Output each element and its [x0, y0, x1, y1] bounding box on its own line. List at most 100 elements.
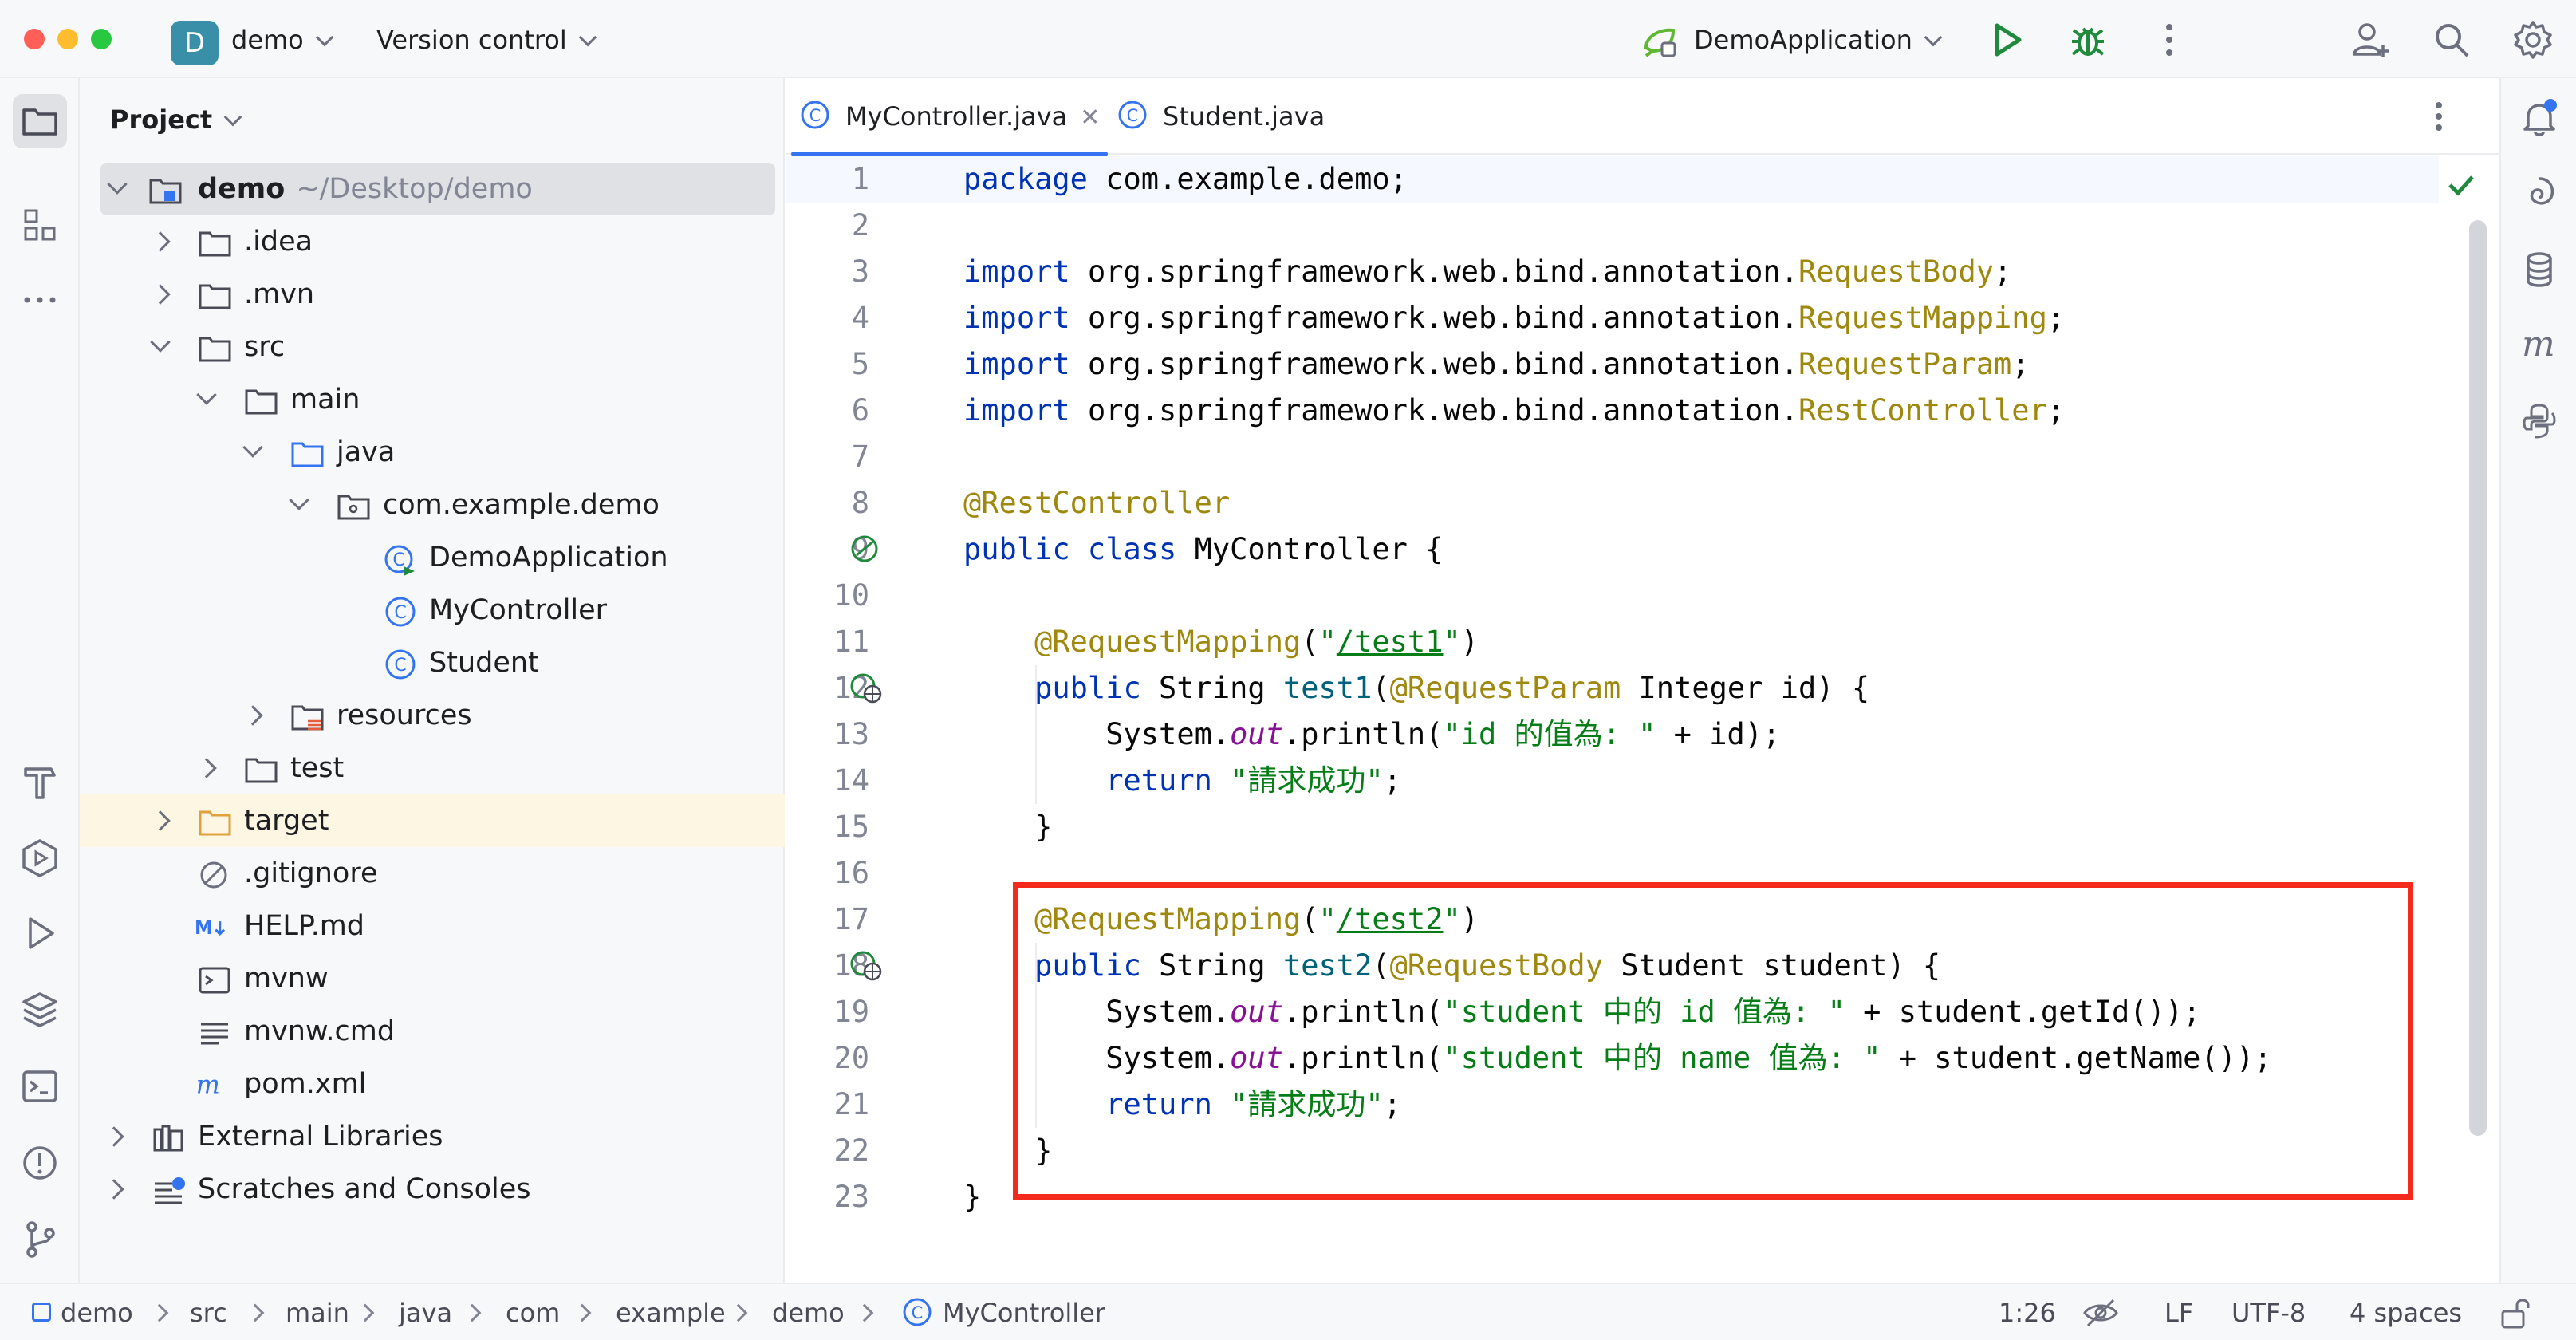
chevron-right-icon[interactable] [150, 810, 171, 831]
tree-item-demoapplication[interactable]: C DemoApplication [80, 531, 785, 584]
tab-mycontroller-java[interactable]: C MyController.java ✕ [790, 78, 1109, 156]
tree-item-label: Scratches and Consoles [198, 1173, 531, 1205]
structure-icon[interactable] [18, 203, 62, 247]
line-number: 14 [833, 763, 869, 798]
chevron-right-icon[interactable] [104, 1179, 124, 1200]
tree-item-gitignore[interactable]: .gitignore [80, 847, 785, 900]
code-line-15: } [1034, 810, 1053, 844]
tree-item-package[interactable]: com.example.demo [80, 479, 785, 531]
code-line-13: System.out.println("id 的值為: " + id); [1105, 717, 1781, 751]
class-icon: C [1118, 100, 1147, 129]
debug-icon[interactable] [2066, 18, 2110, 62]
run-tool-icon[interactable] [18, 911, 62, 956]
no-problems-check-icon[interactable] [2444, 168, 2479, 203]
chevron-right-icon[interactable] [104, 1126, 124, 1147]
tree-item-mvn[interactable]: .mvn [80, 268, 785, 321]
run-configuration-selector[interactable]: DemoApplication [1694, 22, 1943, 57]
indent-setting[interactable]: 4 spaces [2350, 1284, 2462, 1340]
chevron-right-icon [356, 1303, 375, 1322]
chevron-down-icon[interactable] [150, 332, 171, 353]
zoom-window-button[interactable] [91, 29, 112, 49]
chevron-down-icon[interactable] [196, 384, 217, 405]
tree-item-test[interactable]: test [80, 742, 785, 794]
chevron-down-icon[interactable] [107, 174, 128, 195]
tree-item-external-libraries[interactable]: External Libraries [80, 1110, 785, 1163]
python-console-icon[interactable] [2517, 399, 2562, 443]
title-bar: D demo Version control DemoApplication [0, 0, 2576, 78]
breadcrumb-com[interactable]: com [506, 1284, 560, 1340]
close-window-button[interactable] [24, 29, 45, 49]
tree-item-resources[interactable]: resources [80, 689, 785, 742]
tab-options-icon[interactable] [2416, 94, 2461, 139]
breadcrumb-mycontroller[interactable]: C MyController [901, 1284, 1105, 1340]
editor-vertical-scrollbar[interactable] [2469, 220, 2487, 1136]
shell-script-icon [198, 962, 233, 995]
breadcrumb-java[interactable]: java [399, 1284, 452, 1340]
status-bar: demo src main java com example demo C MyC… [0, 1283, 2576, 1340]
tree-item-target[interactable]: target [80, 794, 785, 847]
project-panel-header[interactable]: Project [110, 104, 242, 136]
breadcrumb-demo[interactable]: demo [32, 1284, 133, 1340]
code-line-14: return "請求成功"; [1105, 763, 1401, 798]
problems-icon[interactable] [18, 1141, 62, 1185]
web-endpoint-gutter-icon[interactable] [849, 948, 884, 983]
tree-item-mvnw[interactable]: mvnw [80, 952, 785, 1005]
svg-text:C: C [392, 550, 404, 570]
layers-icon[interactable] [18, 987, 62, 1032]
tree-item-demo[interactable]: demo ~/Desktop/demo [100, 163, 775, 215]
git-branch-icon[interactable] [18, 1217, 62, 1262]
breadcrumb-main[interactable]: main [286, 1284, 349, 1340]
chevron-right-icon[interactable] [196, 758, 217, 778]
tree-item-pom-xml[interactable]: m pom.xml [80, 1058, 785, 1110]
tab-student-java[interactable]: C Student.java [1117, 78, 1325, 155]
inspections-hidden-eye-icon[interactable] [2082, 1294, 2120, 1332]
tree-item-src[interactable]: src [80, 321, 785, 373]
add-user-icon[interactable] [2348, 18, 2393, 62]
breadcrumb-demo-package[interactable]: demo [772, 1284, 845, 1340]
chevron-down-icon[interactable] [242, 437, 263, 458]
tree-item-mycontroller[interactable]: C MyController [80, 584, 785, 636]
folder-icon[interactable] [18, 99, 62, 144]
ai-assistant-icon[interactable] [2517, 171, 2562, 215]
caret-position[interactable]: 1:26 [1999, 1284, 2056, 1340]
breadcrumb-example[interactable]: example [616, 1284, 726, 1340]
search-icon[interactable] [2429, 18, 2474, 62]
tree-item-student[interactable]: C Student [80, 636, 785, 689]
code-editor[interactable]: C MyController.java ✕ C Student.java 1 2 3 … [786, 78, 2499, 1283]
tree-item-java[interactable]: java [80, 426, 785, 479]
chevron-right-icon [150, 1303, 169, 1322]
chevron-right-icon[interactable] [150, 231, 171, 252]
read-only-lock-icon[interactable] [2496, 1294, 2535, 1332]
project-badge[interactable]: D [171, 21, 219, 65]
folder-icon [198, 278, 233, 311]
tree-item-main[interactable]: main [80, 373, 785, 426]
settings-icon[interactable] [2511, 18, 2555, 62]
line-number: 11 [833, 625, 869, 659]
more-actions-icon[interactable] [2147, 18, 2192, 62]
services-icon[interactable] [18, 836, 62, 881]
terminal-icon[interactable] [18, 1064, 62, 1109]
build-hammer-icon[interactable] [18, 759, 62, 804]
database-icon[interactable] [2517, 247, 2562, 292]
run-icon[interactable] [1984, 18, 2029, 62]
more-tools-icon[interactable] [18, 278, 62, 322]
version-control-menu[interactable]: Version control [376, 22, 597, 57]
tree-item-mvnw-cmd[interactable]: mvnw.cmd [80, 1005, 785, 1058]
tree-item-help-md[interactable]: M HELP.md [80, 900, 785, 952]
chevron-right-icon [463, 1303, 482, 1322]
file-encoding[interactable]: UTF-8 [2231, 1284, 2306, 1340]
close-tab-icon[interactable]: ✕ [1080, 80, 1100, 156]
web-endpoint-gutter-icon[interactable] [849, 670, 884, 705]
line-ending[interactable]: LF [2164, 1284, 2193, 1340]
spring-bean-gutter-icon[interactable] [849, 531, 884, 566]
chevron-down-icon[interactable] [289, 490, 309, 510]
tree-item-scratches[interactable]: Scratches and Consoles [80, 1163, 785, 1216]
chevron-right-icon[interactable] [242, 705, 263, 726]
minimize-window-button[interactable] [57, 29, 78, 49]
project-selector[interactable]: demo [231, 22, 334, 57]
maven-tool-icon[interactable]: m [2517, 322, 2562, 367]
breadcrumb-src[interactable]: src [190, 1284, 227, 1340]
tree-item-label: .mvn [244, 278, 315, 310]
tree-item-idea[interactable]: .idea [80, 215, 785, 268]
chevron-right-icon[interactable] [150, 284, 171, 305]
